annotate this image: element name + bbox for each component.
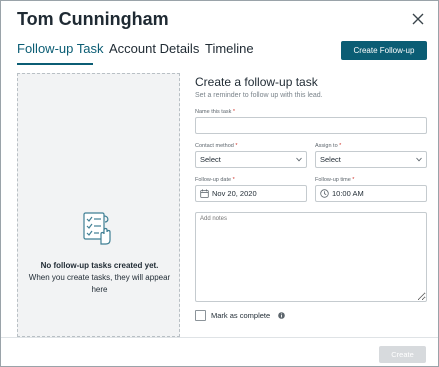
- task-name-input[interactable]: [195, 117, 427, 134]
- tab-follow-up-task[interactable]: Follow-up Task: [17, 41, 103, 56]
- required-mark: *: [235, 143, 238, 149]
- info-icon[interactable]: [278, 312, 285, 319]
- tab-timeline[interactable]: Timeline: [205, 41, 254, 56]
- chevron-down-icon: [296, 157, 302, 162]
- assign-to-label-text: Assign to: [315, 143, 338, 149]
- assign-to-value: Select: [320, 155, 341, 164]
- form-title: Create a follow-up task: [195, 75, 318, 89]
- followup-date-label-text: Follow-up date: [195, 177, 232, 183]
- tab-account-details[interactable]: Account Details: [109, 41, 199, 56]
- empty-state-subtitle: When you create tasks, they will appear …: [28, 273, 171, 294]
- close-icon[interactable]: [409, 10, 427, 28]
- followup-time-label-text: Follow-up time: [315, 177, 351, 183]
- clock-icon: [320, 189, 329, 198]
- required-mark: *: [339, 143, 342, 149]
- create-button[interactable]: Create: [379, 346, 426, 363]
- mark-complete-checkbox[interactable]: [195, 310, 206, 321]
- task-name-label-text: Name this task: [195, 109, 232, 115]
- notes-textarea[interactable]: [195, 212, 427, 302]
- form-subtitle: Set a reminder to follow up with this le…: [195, 92, 323, 99]
- task-name-label: Name this task *: [195, 109, 235, 115]
- task-list-icon: [81, 210, 117, 246]
- required-mark: *: [232, 109, 236, 115]
- assign-to-label: Assign to *: [315, 143, 341, 149]
- assign-to-select[interactable]: Select: [315, 151, 427, 168]
- empty-tasks-panel: No follow-up tasks created yet. When you…: [17, 73, 180, 337]
- required-mark: *: [232, 177, 235, 183]
- create-follow-up-button[interactable]: Create Follow-up: [341, 41, 427, 60]
- followup-date-value: Nov 20, 2020: [212, 189, 257, 198]
- followup-time-label: Follow-up time *: [315, 177, 354, 183]
- mark-complete-label: Mark as complete: [211, 311, 271, 320]
- followup-time-input[interactable]: 10:00 AM: [315, 185, 427, 202]
- required-mark: *: [352, 177, 355, 183]
- footer-divider: [1, 337, 438, 338]
- contact-method-label: Contact method *: [195, 143, 238, 149]
- empty-state-title: No follow-up tasks created yet.: [40, 261, 159, 270]
- contact-method-label-text: Contact method: [195, 143, 234, 149]
- chevron-down-icon: [416, 157, 422, 162]
- followup-modal: Tom Cunningham Follow-up Task Account De…: [0, 0, 439, 367]
- contact-method-value: Select: [200, 155, 221, 164]
- active-tab-indicator: [17, 63, 93, 65]
- followup-time-value: 10:00 AM: [332, 189, 364, 198]
- modal-title: Tom Cunningham: [17, 9, 169, 29]
- calendar-icon: [200, 189, 209, 198]
- followup-date-input[interactable]: Nov 20, 2020: [195, 185, 307, 202]
- contact-method-select[interactable]: Select: [195, 151, 307, 168]
- followup-date-label: Follow-up date *: [195, 177, 235, 183]
